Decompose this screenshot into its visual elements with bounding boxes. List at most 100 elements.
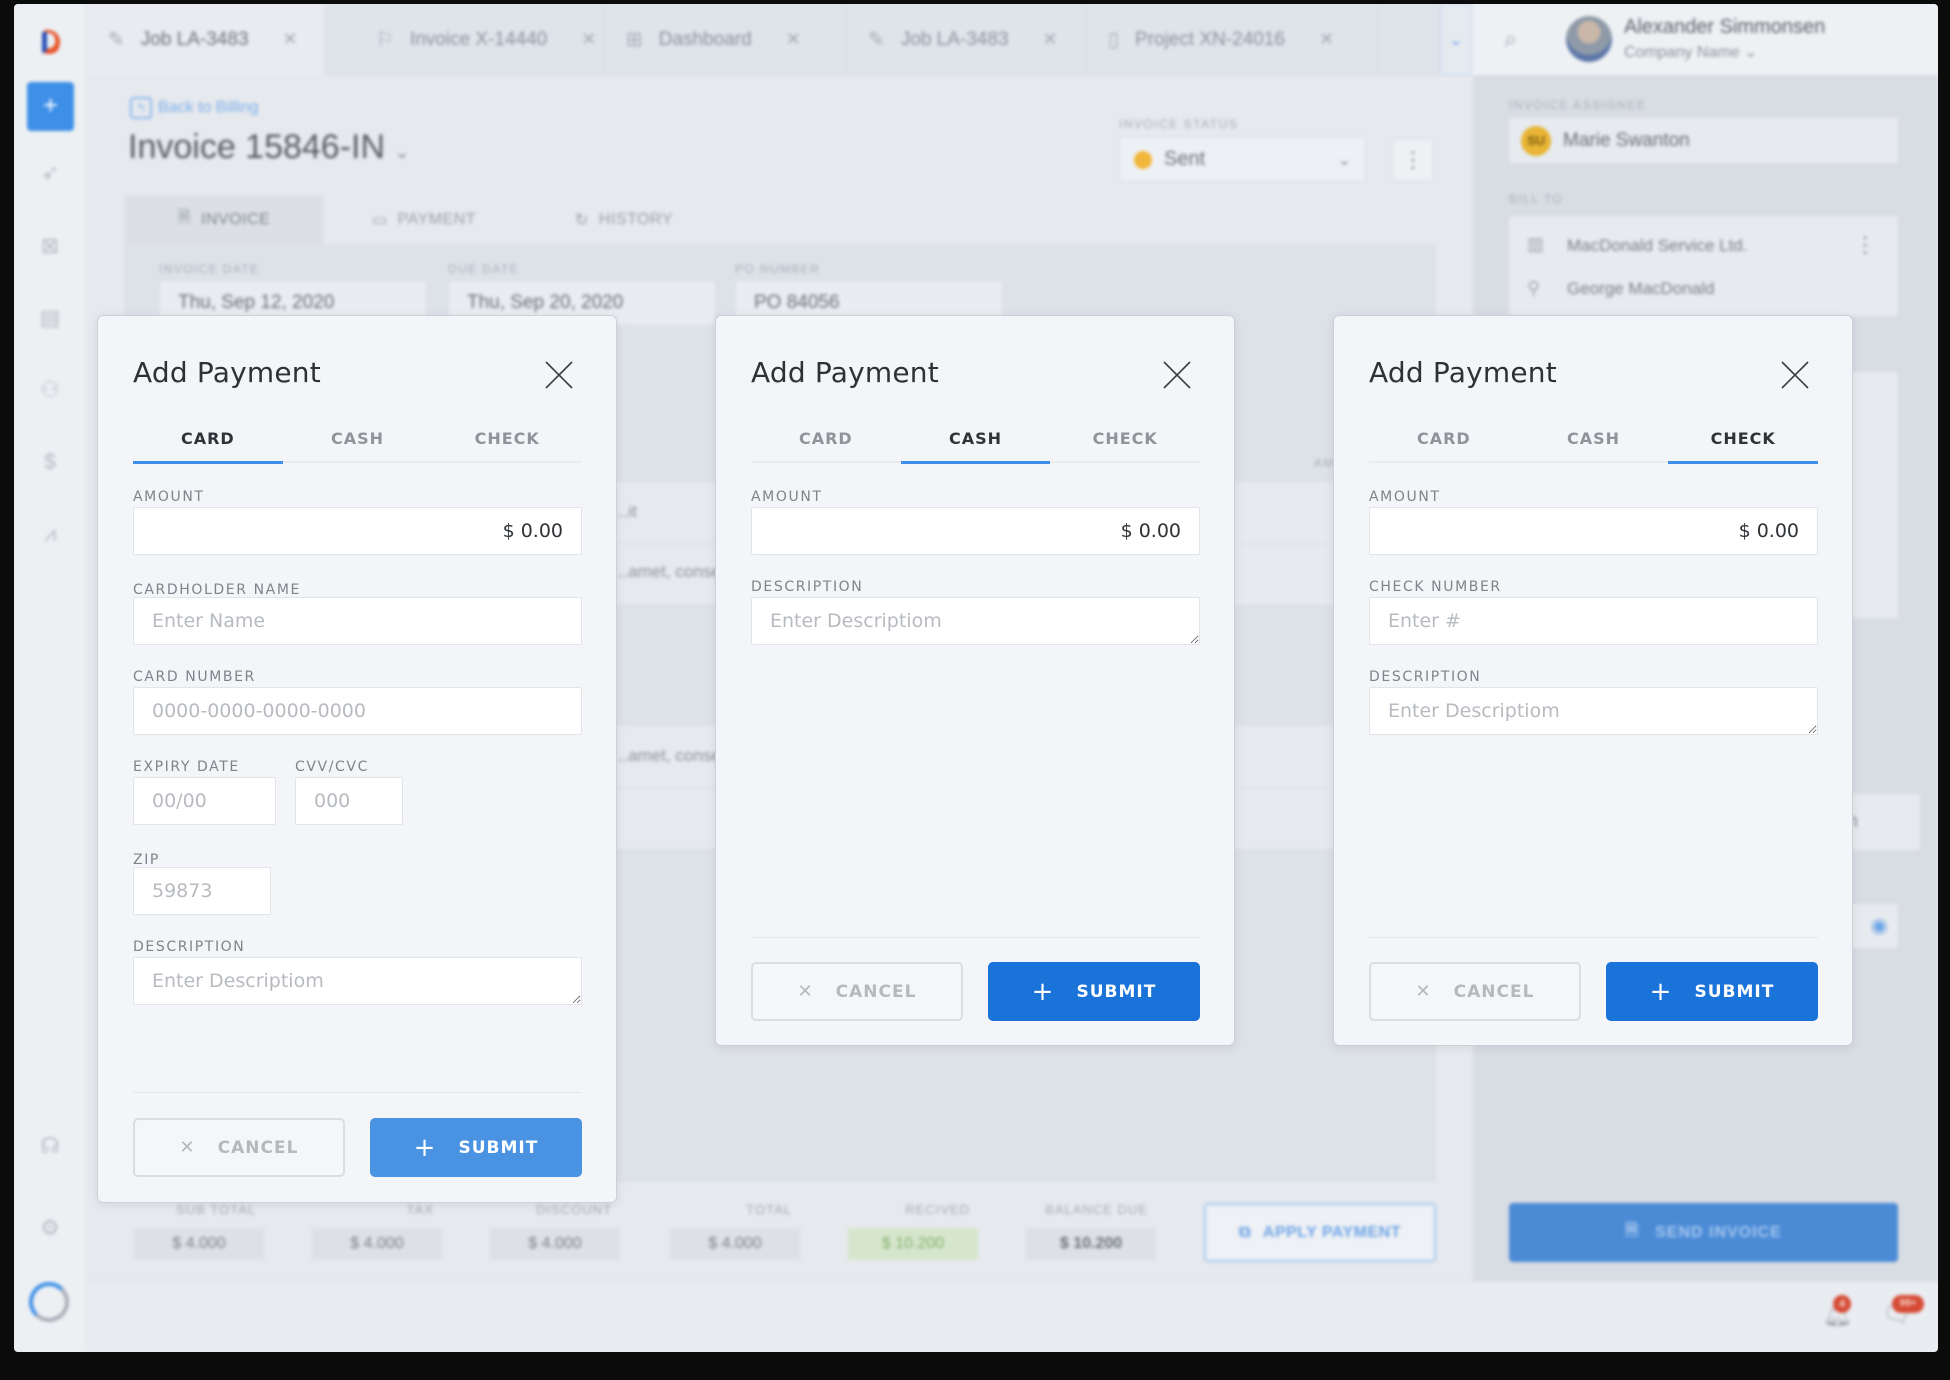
description-textarea[interactable]	[1369, 687, 1818, 735]
payment-method-tabs: CARD CASH CHECK	[133, 421, 582, 464]
footer-divider	[1369, 937, 1818, 938]
map-icon[interactable]: ⊠	[36, 232, 64, 260]
doc-tab[interactable]: ✎ Job LA-3483 ✕	[86, 4, 326, 75]
cvv-input[interactable]	[295, 777, 403, 825]
send-invoice-button[interactable]: 🗎 SEND INVOICE	[1509, 1203, 1898, 1262]
user-bar	[1472, 4, 1938, 75]
cancel-button[interactable]: ✕ CANCEL	[751, 962, 963, 1021]
assignee-field[interactable]: SU Marie Swanton	[1509, 118, 1898, 163]
apply-payment-button[interactable]: ⧉ APPLY PAYMENT	[1204, 1203, 1436, 1262]
summary-value: $ 4.000	[490, 1228, 620, 1260]
tab-label: INVOICE	[201, 210, 271, 228]
back-to-billing-link[interactable]: ↰ Back to Billing	[130, 97, 259, 119]
summary-label: BALANCE DUE	[1045, 1202, 1148, 1217]
cancel-button[interactable]: ✕ CANCEL	[1369, 962, 1581, 1021]
tab-history[interactable]: ↻ HISTORY	[524, 195, 724, 244]
close-icon[interactable]	[1780, 360, 1810, 390]
doc-tab[interactable]: ⊞ Dashboard ✕	[604, 4, 846, 75]
amount-input[interactable]	[751, 507, 1200, 555]
tab-cash[interactable]: CASH	[283, 421, 433, 461]
company-selector[interactable]: Company Name ⌄	[1624, 42, 1757, 62]
reports-chart-icon[interactable]: ⩘	[36, 520, 64, 548]
tabs-overflow-chevron-icon[interactable]: ⌄	[1440, 4, 1472, 75]
description-textarea[interactable]	[133, 957, 582, 1005]
back-arrow-icon: ↰	[130, 97, 152, 119]
amount-input[interactable]	[1369, 507, 1818, 555]
invoice-status-select[interactable]: Sent ⌄	[1119, 137, 1366, 182]
back-link-label: Back to Billing	[158, 99, 259, 116]
submit-button[interactable]: + SUBMIT	[1606, 962, 1818, 1021]
description-label: DESCRIPTION	[133, 939, 246, 955]
clipboard-icon[interactable]: ▤	[36, 304, 64, 332]
user-avatar[interactable]	[1566, 16, 1612, 62]
bill-to-contact: George MacDonald	[1567, 279, 1715, 298]
page-title[interactable]: Invoice 15846-IN ⌄	[128, 128, 410, 167]
add-payment-modal-cash: Add Payment CARD CASH CHECK AMOUNT DESCR…	[715, 315, 1235, 1046]
close-tab-icon[interactable]: ✕	[786, 29, 801, 50]
summary-label: RECIVED	[905, 1202, 970, 1217]
tab-card[interactable]: CARD	[1369, 421, 1519, 461]
tab-cash[interactable]: CASH	[1519, 421, 1669, 461]
summary-label: SUB TOTAL	[176, 1202, 256, 1217]
cardholder-name-input[interactable]	[133, 597, 582, 645]
tab-check[interactable]: CHECK	[1668, 421, 1818, 464]
expiry-date-input[interactable]	[133, 777, 276, 825]
plus-icon: +	[1031, 976, 1055, 1007]
doc-tab[interactable]: ⚐ Invoice X-14440 ✕	[354, 4, 604, 75]
document-icon: ▯	[1108, 29, 1120, 51]
assignee-name: Marie Swanton	[1563, 129, 1690, 151]
amount-label: AMOUNT	[133, 489, 205, 505]
status-value: Sent	[1164, 148, 1206, 170]
close-tab-icon[interactable]: ✕	[283, 29, 298, 50]
tab-check[interactable]: CHECK	[1050, 421, 1200, 461]
doc-tab[interactable]: ▯ Project XN-24016 ✕	[1086, 4, 1378, 75]
close-tab-icon[interactable]: ✕	[1043, 29, 1058, 50]
card-number-input[interactable]	[133, 687, 582, 735]
description-textarea[interactable]	[751, 597, 1200, 645]
cancel-label: CANCEL	[835, 981, 917, 1002]
add-button[interactable]: +	[27, 82, 74, 131]
user-name[interactable]: Alexander Simmonsen	[1624, 16, 1825, 39]
close-icon: ✕	[1415, 981, 1432, 1002]
submit-label: SUBMIT	[458, 1137, 539, 1158]
sync-status-icon	[29, 1282, 69, 1322]
check-number-input[interactable]	[1369, 597, 1818, 645]
cancel-button[interactable]: ✕ CANCEL	[133, 1118, 345, 1177]
tab-cash[interactable]: CASH	[900, 421, 1051, 464]
person-icon: ⚲	[1527, 278, 1541, 298]
close-icon: ✕	[179, 1137, 196, 1158]
summary-label: DISCOUNT	[536, 1202, 612, 1217]
more-options-button[interactable]: ⋮	[1393, 139, 1433, 181]
apply-payment-label: APPLY PAYMENT	[1262, 1223, 1402, 1241]
customers-icon[interactable]: ⚇	[36, 376, 64, 404]
settings-gear-icon[interactable]: ⚙	[36, 1214, 64, 1242]
submit-button[interactable]: + SUBMIT	[370, 1118, 582, 1177]
status-dot-icon	[1134, 150, 1152, 169]
cancel-label: CANCEL	[217, 1137, 299, 1158]
tab-card[interactable]: CARD	[133, 421, 283, 464]
kebab-menu-icon[interactable]: ⋮	[1854, 232, 1876, 258]
amount-input[interactable]	[133, 507, 582, 555]
tab-invoice[interactable]: 🗎 INVOICE	[124, 195, 324, 244]
support-headset-icon[interactable]: ☊	[36, 1132, 64, 1160]
company-name: Company Name	[1624, 44, 1740, 61]
chevron-down-icon: ⌄	[1337, 151, 1351, 169]
search-icon[interactable]: ⌕	[1504, 26, 1517, 54]
description-label: DESCRIPTION	[1369, 669, 1482, 685]
close-icon[interactable]	[1162, 360, 1192, 390]
doc-tab[interactable]: ✎ Job LA-3483 ✕	[846, 4, 1086, 75]
tab-check[interactable]: CHECK	[432, 421, 582, 461]
bill-to-company: MacDonald Service Ltd.	[1567, 236, 1748, 255]
tab-card[interactable]: CARD	[751, 421, 901, 461]
summary-label: TAX	[406, 1202, 434, 1217]
close-icon[interactable]	[544, 360, 574, 390]
submit-button[interactable]: + SUBMIT	[988, 962, 1200, 1021]
close-tab-icon[interactable]: ✕	[1319, 29, 1334, 50]
zip-input[interactable]	[133, 867, 271, 915]
billing-dollar-icon[interactable]: $	[36, 448, 64, 476]
tab-payment[interactable]: ▭ PAYMENT	[324, 195, 524, 244]
row-description: ...amet, conse	[614, 746, 721, 765]
close-tab-icon[interactable]: ✕	[581, 29, 596, 50]
invoice-date-label: INVOICE DATE	[159, 262, 260, 276]
rocket-icon[interactable]: ➶	[36, 159, 64, 187]
